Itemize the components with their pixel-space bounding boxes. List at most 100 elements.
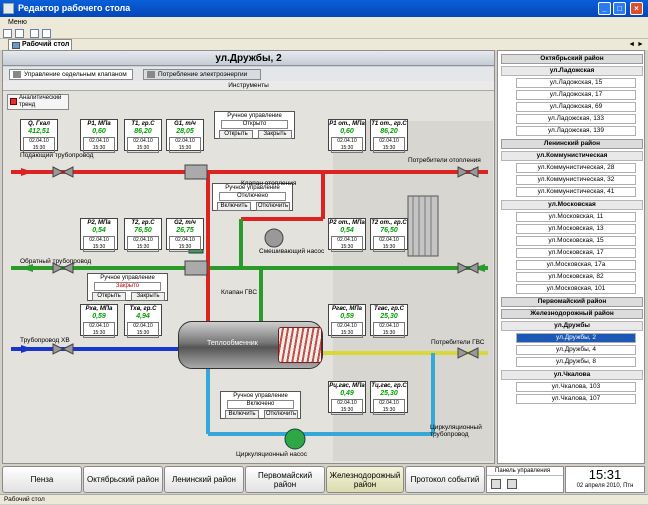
gauge-date: 02.04.10 15:30 xyxy=(331,236,363,252)
list-item[interactable]: ул.Ладожская, 69 xyxy=(516,102,636,112)
heat-scheme: Аналитический тренд Q, Гкал 412,51 02.04.1… xyxy=(3,91,494,463)
enable-button[interactable]: Включить xyxy=(225,410,259,419)
control-title: Ручное управление xyxy=(233,393,288,399)
open-button[interactable]: Открыть xyxy=(219,130,253,139)
close-button[interactable]: × xyxy=(630,2,643,15)
label-heating-valve: Клапан отопления xyxy=(241,180,297,187)
toolbar xyxy=(0,28,648,39)
list-item[interactable]: ул.Коммунистическая, 28 xyxy=(516,163,636,173)
control-panel: Панель управления xyxy=(486,466,564,493)
gauge-p1: P1, МПа 0,60 02.04.10 15:30 xyxy=(80,119,118,153)
nav-button-penza[interactable]: Пенза xyxy=(2,466,82,493)
list-item[interactable]: ул.Московская, 17 xyxy=(516,248,636,258)
list-item[interactable]: ул.Московская, 17а xyxy=(516,260,636,270)
gauge-p1-heating: P1 от., МПа 0,60 02.04.10 15:30 xyxy=(328,119,366,153)
close-valve-button[interactable]: Закрыть xyxy=(258,130,292,139)
control-title: Ручное управление xyxy=(227,113,282,119)
gauge-date: 02.04.10 15:30 xyxy=(373,322,405,338)
gauge-g2: G2, т/ч 26,75 02.04.10 15:30 xyxy=(166,218,204,252)
window-titlebar: Редактор рабочего стола _ □ × xyxy=(0,0,648,17)
maximize-button[interactable]: □ xyxy=(613,2,626,15)
new-file-icon[interactable] xyxy=(3,29,12,38)
gauge-value: 28,05 xyxy=(176,128,194,135)
gauge-t1-heating: T1 от., гр.С 86,20 02.04.10 15:30 xyxy=(370,119,408,153)
gauge-date: 02.04.10 15:30 xyxy=(373,399,405,415)
list-item[interactable]: ул.Коммунистическая, 41 xyxy=(516,187,636,197)
tab-valve-control[interactable]: Управление седельным клапаном xyxy=(9,69,133,80)
label-circ-pump: Циркуляционный насос xyxy=(236,451,308,458)
gauge-label: P2 от., МПа xyxy=(329,220,365,226)
tab-power-usage-label: Потребление электроэнергии xyxy=(158,71,248,78)
bottom-navigation: Пенза Октябрьский район Ленинский район … xyxy=(0,464,648,494)
list-item[interactable]: ул.Дружбы, 8 xyxy=(516,357,636,367)
nav-button-leninsky[interactable]: Ленинский район xyxy=(164,466,244,493)
tab-scroll-arrows[interactable]: ◄ ► xyxy=(628,39,644,50)
list-item[interactable]: ул.Чкалова, 107 xyxy=(516,394,636,404)
gauge-value: 76,50 xyxy=(380,227,398,234)
settings-icon[interactable] xyxy=(42,29,51,38)
exchanger-coil-icon xyxy=(278,327,322,363)
gauge-value: 0,54 xyxy=(92,227,106,234)
street-header[interactable]: ул.Дружбы xyxy=(501,321,643,331)
menu-item[interactable]: Меню xyxy=(8,19,27,26)
list-item[interactable]: ул.Дружбы, 4 xyxy=(516,345,636,355)
list-item[interactable]: ул.Московская, 15 xyxy=(516,236,636,246)
list-item[interactable]: ул.Московская, 82 xyxy=(516,272,636,282)
close-valve-button[interactable]: Закрыть xyxy=(131,292,165,301)
list-item-selected[interactable]: ул.Дружбы, 2 xyxy=(516,333,636,343)
gauge-value: 0,54 xyxy=(340,227,354,234)
control-status: Закрыто xyxy=(94,282,161,291)
gauge-label: Tгвс, гр.С xyxy=(374,306,404,312)
tools-icon[interactable] xyxy=(507,479,517,489)
street-header[interactable]: ул.Чкалова xyxy=(501,370,643,380)
analytic-trend-button[interactable]: Аналитический тренд xyxy=(7,94,69,110)
list-item[interactable]: ул.Московская, 101 xyxy=(516,284,636,294)
manual-control-circpump: Ручное управление Включено Включить Откл… xyxy=(220,391,301,419)
list-item[interactable]: ул.Ладожская, 133 xyxy=(516,114,636,124)
desktop-icon xyxy=(12,42,20,49)
monitor-icon[interactable] xyxy=(491,479,501,489)
open-file-icon[interactable] xyxy=(15,29,24,38)
gauge-date: 02.04.10 15:30 xyxy=(83,137,115,153)
list-item[interactable]: ул.Московская, 11 xyxy=(516,212,636,222)
minimize-button[interactable]: _ xyxy=(598,2,611,15)
enable-button[interactable]: Включить xyxy=(217,202,251,211)
save-file-icon[interactable] xyxy=(30,29,39,38)
district-header[interactable]: Ленинский район xyxy=(501,139,643,149)
clock: 15:31 02 апреля 2010, Птн xyxy=(565,466,645,493)
manual-control-valve: Ручное управление Открыто Открыть Закрыт… xyxy=(214,111,295,139)
list-item[interactable]: ул.Ладожская, 15 xyxy=(516,78,636,88)
object-tree: Октябрьский район ул.Ладожская ул.Ладожс… xyxy=(497,50,645,464)
nav-button-event-log[interactable]: Протокол событий xyxy=(405,466,485,493)
gauge-label: Tц.гвс, гр.С xyxy=(371,383,407,389)
street-header[interactable]: ул.Ладожская xyxy=(501,66,643,76)
gauge-label: Pц.гвс, МПа xyxy=(329,383,365,389)
list-item[interactable]: ул.Ладожская, 139 xyxy=(516,126,636,136)
tab-power-usage[interactable]: Потребление электроэнергии xyxy=(143,69,261,80)
disable-button[interactable]: Отключить xyxy=(264,410,298,419)
instruments-header: Инструменты xyxy=(3,81,494,91)
list-item[interactable]: ул.Московская, 13 xyxy=(516,224,636,234)
gauge-p-gvs: Pгвс, МПа 0,59 02.04.10 15:30 xyxy=(328,304,366,338)
statusbar: Рабочий стол xyxy=(0,494,648,504)
nav-button-zheleznodorozhny[interactable]: Железнодорожный район xyxy=(326,466,404,493)
district-header[interactable]: Железнодорожный район xyxy=(501,309,643,319)
nav-button-pervomaysky[interactable]: Первомайский район xyxy=(245,466,325,493)
gauge-t-circ: Tц.гвс, гр.С 25,30 02.04.10 15:30 xyxy=(370,381,408,415)
disable-button[interactable]: Отключить xyxy=(256,202,290,211)
object-address: ул.Дружбы, 2 xyxy=(3,51,494,66)
list-item[interactable]: ул.Коммунистическая, 32 xyxy=(516,175,636,185)
street-header[interactable]: ул.Коммунистическая xyxy=(501,151,643,161)
subtab-bar: Управление седельным клапаном Потреблени… xyxy=(3,67,494,81)
gauge-label: T2 от., гр.С xyxy=(371,220,407,226)
gauge-label: T2, гр.С xyxy=(131,220,155,226)
list-item[interactable]: ул.Ладожская, 17 xyxy=(516,90,636,100)
list-item[interactable]: ул.Чкалова, 103 xyxy=(516,382,636,392)
label-circ-pipe: Циркуляционный трубопровод xyxy=(430,424,482,438)
district-header[interactable]: Октябрьский район xyxy=(501,54,643,64)
tab-desktop[interactable]: Рабочий стол xyxy=(8,39,72,50)
open-button[interactable]: Открыть xyxy=(92,292,126,301)
nav-button-oktyabrsky[interactable]: Октябрьский район xyxy=(83,466,163,493)
street-header[interactable]: ул.Московская xyxy=(501,200,643,210)
district-header[interactable]: Первомайский район xyxy=(501,297,643,307)
